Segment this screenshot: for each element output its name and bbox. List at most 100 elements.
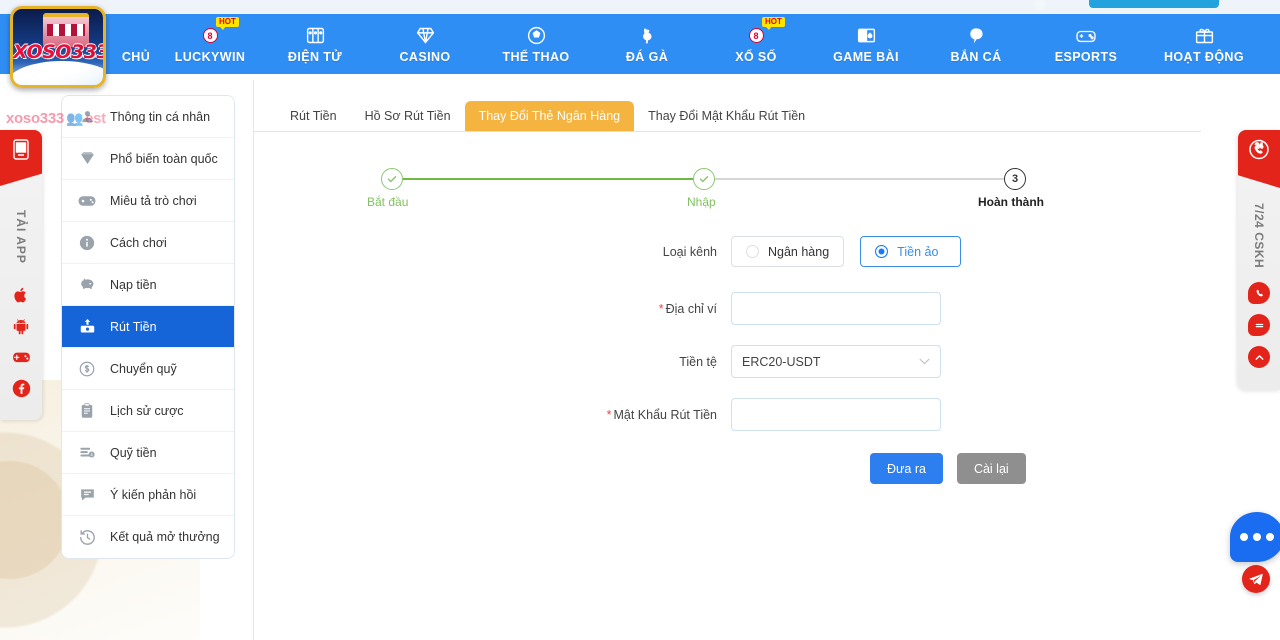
submit-button[interactable]: Đưa ra (870, 453, 943, 484)
hot-badge: HOT (762, 17, 785, 30)
nav-item-thethao[interactable]: THỂ THAO (480, 14, 592, 74)
nav-item-banca[interactable]: BẮN CÁ (922, 14, 1030, 74)
diamond-icon (415, 25, 436, 47)
stepper-node-2 (693, 168, 715, 190)
sidebar-item-label: Phổ biến toàn quốc (110, 151, 218, 166)
sidebar-item-ket-qua-mo-thuong[interactable]: Kết quả mở thưởng (62, 516, 234, 558)
nav-label: LUCKYWIN (174, 49, 246, 64)
sidebar-item-label: Lịch sử cược (110, 403, 184, 418)
account-sidebar: Thông tin cá nhân Phổ biến toàn quốc Miê… (61, 95, 235, 559)
sidebar-item-thong-tin-ca-nhan[interactable]: Thông tin cá nhân (62, 96, 234, 138)
sidebar-item-label: Nạp tiền (110, 277, 157, 292)
left-rail-icons (0, 285, 42, 398)
chat-dots-icon[interactable] (1230, 512, 1280, 562)
sidebar-item-lich-su-cuoc[interactable]: Lịch sử cược (62, 390, 234, 432)
piggy-bank-icon (76, 274, 98, 296)
wallet-address-input[interactable] (731, 292, 941, 325)
nav-item-luckywin[interactable]: HOT 8 LUCKYWIN (160, 14, 260, 74)
radio-ngan-hang[interactable]: Ngân hàng (731, 236, 845, 267)
sidebar-item-label: Ý kiến phản hồi (110, 487, 197, 502)
mobile-app-icon[interactable] (0, 130, 42, 186)
currency-select[interactable]: ERC20-USDT (731, 345, 941, 378)
gamepad-icon[interactable] (11, 347, 31, 367)
nav-item-esports[interactable]: ESPORTS (1030, 14, 1142, 74)
speech-bubble-icon (76, 484, 98, 506)
fish-icon (966, 25, 987, 47)
sidebar-item-nap-tien[interactable]: Nạp tiền (62, 264, 234, 306)
right-rail-label: 7/24 CSKH (1252, 203, 1266, 269)
android-icon[interactable] (11, 316, 31, 336)
sidebar-item-pho-bien-toan-quoc[interactable]: Phổ biến toàn quốc (62, 138, 234, 180)
phone-24h-icon[interactable]: 24 (1238, 130, 1280, 188)
top-partial-button[interactable] (1089, 0, 1219, 8)
nav-item-casino[interactable]: CASINO (370, 14, 480, 74)
dollar-circle-icon (76, 358, 98, 380)
logo-text: XOSO333 (13, 41, 106, 63)
main-navbar: CHỦ HOT 8 LUCKYWIN ĐIỆN TỬ CASINO THỂ TH… (0, 14, 1280, 74)
diamond-icon (76, 148, 98, 170)
nav-label: XỔ SỐ (735, 49, 777, 64)
form-area: Bắt đầu Nhập 3 Hoàn thành Loại kênh Ngân… (254, 150, 1201, 484)
gift-icon (1194, 25, 1215, 47)
sidebar-item-label: Miêu tả trò chơi (110, 193, 197, 208)
tab-thay-doi-the-ngan-hang[interactable]: Thay Đổi Thẻ Ngân Hàng (464, 101, 635, 131)
apple-icon[interactable] (11, 285, 31, 305)
tab-ho-so-rut-tien[interactable]: Hồ Sơ Rút Tiền (351, 101, 465, 131)
nav-item-hoatdong[interactable]: HOẠT ĐỘNG (1142, 14, 1266, 74)
tab-rut-tien[interactable]: Rút Tiền (276, 101, 351, 131)
required-mark: * (606, 407, 612, 422)
nav-label: ESPORTS (1054, 49, 1118, 64)
withdraw-password-input[interactable] (731, 398, 941, 431)
facebook-icon[interactable] (11, 378, 31, 398)
channel-radio-group: Ngân hàng Tiền ảo (731, 236, 962, 267)
right-rail-icons (1238, 282, 1280, 368)
phone-chat-icon[interactable] (1248, 282, 1270, 304)
message-icon[interactable] (1248, 314, 1270, 336)
sidebar-item-quy-tien[interactable]: $ Quỹ tiền (62, 432, 234, 474)
nav-label: CASINO (399, 49, 451, 64)
telegram-icon[interactable] (1242, 565, 1270, 593)
stepper-line-1 (403, 178, 693, 180)
radio-dot (746, 245, 759, 258)
nav-item-daga[interactable]: ĐÁ GÀ (592, 14, 702, 74)
coins-icon: $ (76, 442, 98, 464)
withdraw-tabs: Rút Tiền Hồ Sơ Rút Tiền Thay Đổi Thẻ Ngâ… (254, 98, 1201, 132)
nav-label: BẮN CÁ (950, 49, 1002, 64)
required-mark: * (658, 301, 664, 316)
label-dia-chi-vi: * Địa chỉ ví (658, 301, 717, 316)
scroll-top-icon[interactable] (1248, 346, 1270, 368)
lottery8-icon: 8 (748, 25, 764, 47)
watermark-brand: xoso333 (6, 110, 64, 127)
sidebar-item-label: Rút Tiền (110, 319, 157, 334)
sidebar-item-label: Quỹ tiền (110, 445, 157, 460)
reset-button[interactable]: Cài lại (956, 453, 1026, 484)
label-loai-kenh: Loại kênh (662, 244, 717, 259)
sidebar-item-y-kien-phan-hoi[interactable]: Ý kiến phản hồi (62, 474, 234, 516)
sidebar-item-mieu-ta-tro-choi[interactable]: Miêu tả trò chơi (62, 180, 234, 222)
info-icon (76, 232, 98, 254)
nav-item-home[interactable]: CHỦ (112, 14, 160, 74)
sidebar-item-cach-choi[interactable]: Cách chơi (62, 222, 234, 264)
sidebar-item-rut-tien[interactable]: Rút Tiền (62, 306, 234, 348)
stepper-label-3: Hoàn thành (978, 195, 1044, 209)
radio-dot (875, 245, 889, 258)
nav-label: ĐIỆN TỬ (287, 49, 343, 64)
tab-thay-doi-mat-khau-rut-tien[interactable]: Thay Đổi Mật Khẩu Rút Tiền (634, 101, 819, 131)
stepper-node-3: 3 (1004, 168, 1026, 190)
stepper-line-2 (715, 178, 1004, 180)
radio-label: Tiền ảo (897, 244, 939, 259)
nav-item-dientu[interactable]: ĐIỆN TỬ (260, 14, 370, 74)
sidebar-item-label: Kết quả mở thưởng (110, 530, 220, 544)
user-info-icon (76, 106, 98, 128)
row-loai-kenh: Loại kênh Ngân hàng Tiền ảo (254, 236, 1201, 267)
label-mat-khau-rut-tien: * Mật Khẩu Rút Tiền (606, 407, 717, 422)
nav-item-gamebai[interactable]: GAME BÀI (810, 14, 922, 74)
nav-item-xoso[interactable]: HOT 8 XỔ SỐ (702, 14, 810, 74)
sidebar-item-label: Cách chơi (110, 235, 167, 250)
radio-tien-ao[interactable]: Tiền ảo (860, 236, 962, 267)
sidebar-item-chuyen-quy[interactable]: Chuyển quỹ (62, 348, 234, 390)
site-logo[interactable]: XOSO333 (10, 6, 106, 88)
chevron-down-icon (919, 356, 930, 368)
sidebar-item-label: Thông tin cá nhân (110, 109, 211, 124)
svg-text:24: 24 (1255, 143, 1263, 150)
